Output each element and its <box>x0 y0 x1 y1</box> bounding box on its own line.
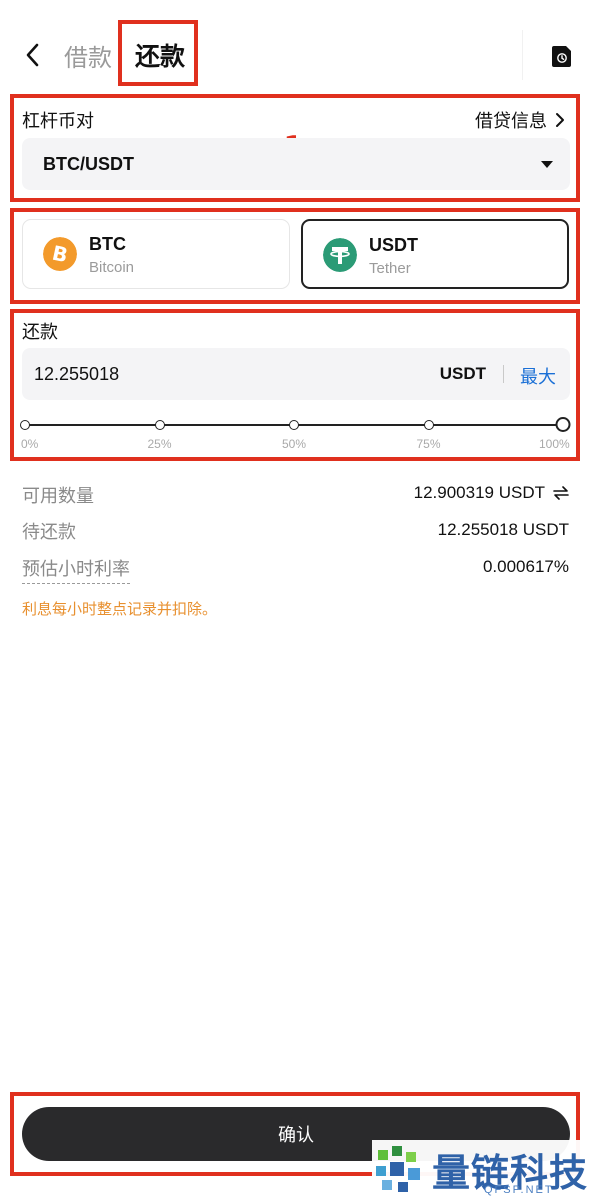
slider-mark-label: 75% <box>416 437 441 451</box>
rate-value-row: 0.000617% <box>483 557 569 577</box>
repay-percent-slider[interactable] <box>20 417 571 432</box>
annotation-box-tab <box>118 20 198 86</box>
watermark-logo-icon <box>376 1146 420 1192</box>
slider-mark-label: 25% <box>147 437 172 451</box>
input-divider <box>503 365 504 383</box>
pair-select-value: BTC/USDT <box>43 154 134 174</box>
repay-amount-input[interactable] <box>34 364 334 385</box>
header-divider <box>522 30 523 80</box>
coin-name: Bitcoin <box>89 259 135 276</box>
coin-card-btc[interactable]: B BTC Bitcoin <box>22 219 290 289</box>
coin-card-usdt[interactable]: USDT Tether <box>301 219 569 289</box>
available-label: 可用数量 <box>22 486 94 506</box>
watermark-subtext: QFSP.NET <box>484 1184 554 1196</box>
pair-select[interactable]: BTC/USDT <box>22 138 570 190</box>
slider-mark[interactable] <box>154 420 165 430</box>
slider-mark[interactable] <box>289 420 299 430</box>
repay-unit: USDT <box>439 364 486 383</box>
rate-value: 0.000617% <box>482 557 569 576</box>
transfer-icon[interactable] <box>553 486 569 500</box>
tether-icon <box>323 238 357 272</box>
record-icon[interactable] <box>551 45 572 68</box>
slider-mark-label: 0% <box>21 437 39 451</box>
coin-symbol: BTC <box>89 234 126 254</box>
header: 借款 还款 <box>0 0 591 100</box>
slider-mark-label: 100% <box>539 437 570 451</box>
coin-name: Tether <box>369 260 411 277</box>
watermark: 量链科技 QFSP.NET <box>372 1140 591 1200</box>
back-arrow-icon[interactable] <box>22 42 44 68</box>
pending-value-row: 12.255018 USDT <box>438 520 569 540</box>
tab-borrow[interactable]: 借款 <box>64 38 112 73</box>
repay-amount-field[interactable]: USDT 最大 <box>22 348 570 400</box>
bitcoin-icon: B <box>43 237 77 271</box>
max-button[interactable]: 最大 <box>520 363 556 389</box>
chevron-right-icon <box>556 113 564 127</box>
coin-symbol: USDT <box>369 235 418 255</box>
pending-label: 待还款 <box>22 522 76 542</box>
caret-down-icon <box>541 161 553 168</box>
repay-label: 还款 <box>22 322 58 342</box>
available-value: 12.900319 USDT <box>413 483 545 502</box>
available-value-row: 12.900319 USDT <box>414 483 569 503</box>
loan-info-label: 借贷信息 <box>475 111 547 131</box>
loan-info-link[interactable]: 借贷信息 <box>475 107 565 133</box>
pending-value: 12.255018 USDT <box>437 520 569 539</box>
pair-label: 杠杆币对 <box>22 111 94 131</box>
interest-notice: 利息每小时整点记录并扣除。 <box>22 601 218 618</box>
slider-mark-label: 50% <box>282 437 307 451</box>
slider-thumb[interactable] <box>555 417 571 432</box>
slider-mark[interactable] <box>20 420 30 430</box>
rate-label[interactable]: 预估小时利率 <box>22 555 130 584</box>
slider-mark[interactable] <box>423 420 434 430</box>
